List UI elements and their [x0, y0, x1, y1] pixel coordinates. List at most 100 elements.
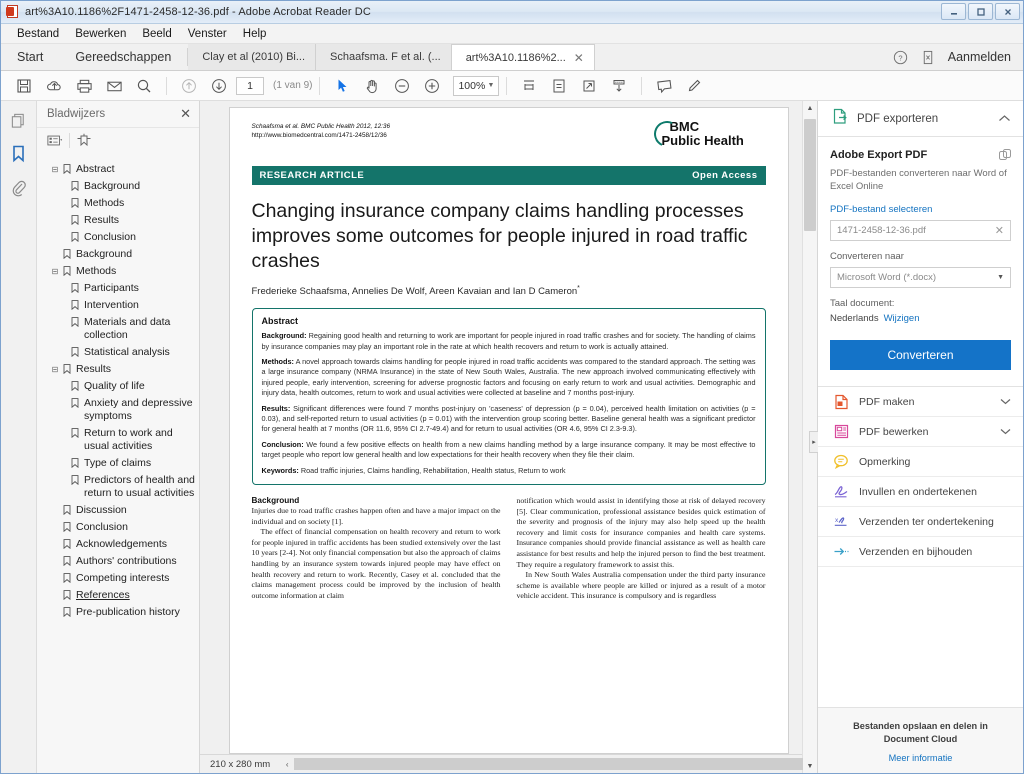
chevron-down-icon: ▼	[997, 274, 1004, 281]
zoom-in-icon[interactable]	[419, 74, 445, 98]
chevron-down-icon[interactable]	[1000, 426, 1011, 438]
tool-verzenden-en-bijhouden[interactable]: Verzenden en bijhouden	[818, 537, 1023, 567]
bookmark-item[interactable]: References	[42, 587, 195, 604]
menu-venster[interactable]: Venster	[180, 26, 235, 42]
bookmarks-list[interactable]: ⊟ Abstract Background Methods Results Conclus…	[37, 152, 199, 773]
convert-button[interactable]: Converteren	[830, 340, 1011, 370]
minimize-button[interactable]	[941, 3, 966, 20]
attachments-icon[interactable]	[8, 177, 30, 199]
bookmark-item[interactable]: Pre-publication history	[42, 604, 195, 621]
bookmark-item[interactable]: ⊟ Results	[42, 361, 195, 378]
page-scroll-area[interactable]: Schaafsma et al. BMC Public Health 2012,…	[200, 101, 817, 754]
menu-help[interactable]: Help	[235, 26, 275, 42]
menu-bewerken[interactable]: Bewerken	[67, 26, 134, 42]
bookmark-item[interactable]: Acknowledgements	[42, 536, 195, 553]
rotate-icon[interactable]	[576, 74, 602, 98]
hscroll-thumb[interactable]	[294, 758, 803, 770]
bookmark-icon	[68, 457, 81, 468]
bookmark-item[interactable]: Conclusion	[42, 519, 195, 536]
bookmark-item[interactable]: Background	[42, 246, 195, 263]
bookmark-item[interactable]: Anxiety and depressive symptoms	[42, 395, 195, 425]
bookmarks-icon[interactable]	[8, 143, 30, 165]
document-tab-1[interactable]: Schaafsma. F et al. (...	[316, 44, 452, 70]
tab-gereedschappen[interactable]: Gereedschappen	[59, 44, 188, 70]
collapse-tools-panel-handle[interactable]: ▸	[809, 431, 818, 453]
bookmark-item[interactable]: Conclusion	[42, 229, 195, 246]
document-tab-0[interactable]: Clay et al (2010) Bi...	[188, 44, 317, 70]
copy-icon[interactable]	[998, 148, 1012, 167]
email-icon[interactable]	[101, 74, 127, 98]
close-icon[interactable]: ✕	[180, 106, 191, 122]
scroll-down-arrow[interactable]: ▼	[803, 759, 818, 773]
bookmark-item[interactable]: Materials and data collection	[42, 314, 195, 344]
next-page-icon[interactable]	[206, 74, 232, 98]
menu-bestand[interactable]: Bestand	[9, 26, 67, 42]
new-bookmark-icon[interactable]	[76, 133, 92, 147]
chevron-up-icon[interactable]	[998, 110, 1011, 128]
bookmark-item[interactable]: ⊟ Methods	[42, 263, 195, 280]
mobile-link-icon[interactable]	[921, 50, 935, 65]
bookmark-item[interactable]: Return to work and usual activities	[42, 425, 195, 455]
close-button[interactable]	[995, 3, 1020, 20]
previous-page-icon[interactable]	[176, 74, 202, 98]
bookmark-item[interactable]: Quality of life	[42, 378, 195, 395]
hscroll-left-arrow[interactable]: ‹	[280, 760, 294, 769]
scroll-thumb[interactable]	[803, 119, 816, 231]
clear-file-icon[interactable]: ✕	[995, 224, 1004, 237]
tool-verzenden-ter-ondertekening[interactable]: x Verzenden ter ondertekening	[818, 507, 1023, 537]
tool-invullen-en-ondertekenen[interactable]: Invullen en ondertekenen	[818, 477, 1023, 507]
selected-file-field[interactable]: 1471-2458-12-36.pdf ✕	[830, 220, 1011, 241]
save-icon[interactable]	[11, 74, 37, 98]
print-icon[interactable]	[71, 74, 97, 98]
highlight-icon[interactable]	[681, 74, 707, 98]
bookmark-item[interactable]: ⊟ Abstract	[42, 161, 195, 178]
document-tab-2[interactable]: art%3A10.1186%2... ✕	[451, 44, 595, 70]
fit-width-icon[interactable]	[516, 74, 542, 98]
select-pdf-file-link[interactable]: PDF-bestand selecteren	[830, 204, 1011, 215]
bookmark-options-icon[interactable]	[47, 134, 63, 147]
bookmark-item[interactable]: Predictors of health and return to usual…	[42, 472, 195, 502]
comment-icon[interactable]	[651, 74, 677, 98]
page-thumbnails-icon[interactable]	[8, 109, 30, 131]
horizontal-scrollbar[interactable]	[294, 758, 803, 770]
bookmark-item[interactable]: Methods	[42, 195, 195, 212]
bookmark-twisty-icon[interactable]: ⊟	[50, 363, 60, 376]
scroll-up-arrow[interactable]: ▲	[803, 101, 818, 115]
tool-pdf-bewerken[interactable]: PDF bewerken	[818, 417, 1023, 447]
page-number-input[interactable]: 1	[236, 76, 264, 95]
bookmark-label: Discussion	[76, 504, 127, 516]
help-icon[interactable]: ?	[893, 50, 908, 65]
export-pdf-header[interactable]: PDF exporteren	[818, 101, 1023, 137]
chevron-down-icon: ▼	[487, 82, 495, 89]
close-tab-icon[interactable]: ✕	[574, 52, 584, 64]
bookmark-item[interactable]: Intervention	[42, 297, 195, 314]
tool-pdf-maken[interactable]: PDF maken	[818, 387, 1023, 417]
menu-beeld[interactable]: Beeld	[134, 26, 179, 42]
maximize-button[interactable]	[968, 3, 993, 20]
bookmark-twisty-icon[interactable]: ⊟	[50, 265, 60, 278]
bookmark-item[interactable]: Results	[42, 212, 195, 229]
select-tool-icon[interactable]	[329, 74, 355, 98]
zoom-out-icon[interactable]	[389, 74, 415, 98]
fit-page-icon[interactable]	[546, 74, 572, 98]
bookmark-item[interactable]: Discussion	[42, 502, 195, 519]
more-information-link[interactable]: Meer informatie	[832, 753, 1009, 763]
bookmark-item[interactable]: Statistical analysis	[42, 344, 195, 361]
bookmark-item[interactable]: Competing interests	[42, 570, 195, 587]
cloud-upload-icon[interactable]	[41, 74, 67, 98]
chevron-down-icon[interactable]	[1000, 396, 1011, 408]
bookmark-item[interactable]: Type of claims	[42, 455, 195, 472]
hand-tool-icon[interactable]	[359, 74, 385, 98]
bookmark-twisty-icon[interactable]: ⊟	[50, 163, 60, 176]
zoom-level-select[interactable]: 100% ▼	[453, 75, 500, 96]
change-language-link[interactable]: Wijzigen	[884, 313, 920, 324]
bookmark-item[interactable]: Authors' contributions	[42, 553, 195, 570]
bookmark-item[interactable]: Background	[42, 178, 195, 195]
scroll-mode-icon[interactable]	[606, 74, 632, 98]
tool-opmerking[interactable]: Opmerking	[818, 447, 1023, 477]
tab-start[interactable]: Start	[1, 44, 60, 70]
convert-to-select[interactable]: Microsoft Word (*.docx) ▼	[830, 267, 1011, 288]
bookmark-item[interactable]: Participants	[42, 280, 195, 297]
search-icon[interactable]	[131, 74, 157, 98]
sign-in-button[interactable]: Aanmelden	[948, 50, 1011, 64]
